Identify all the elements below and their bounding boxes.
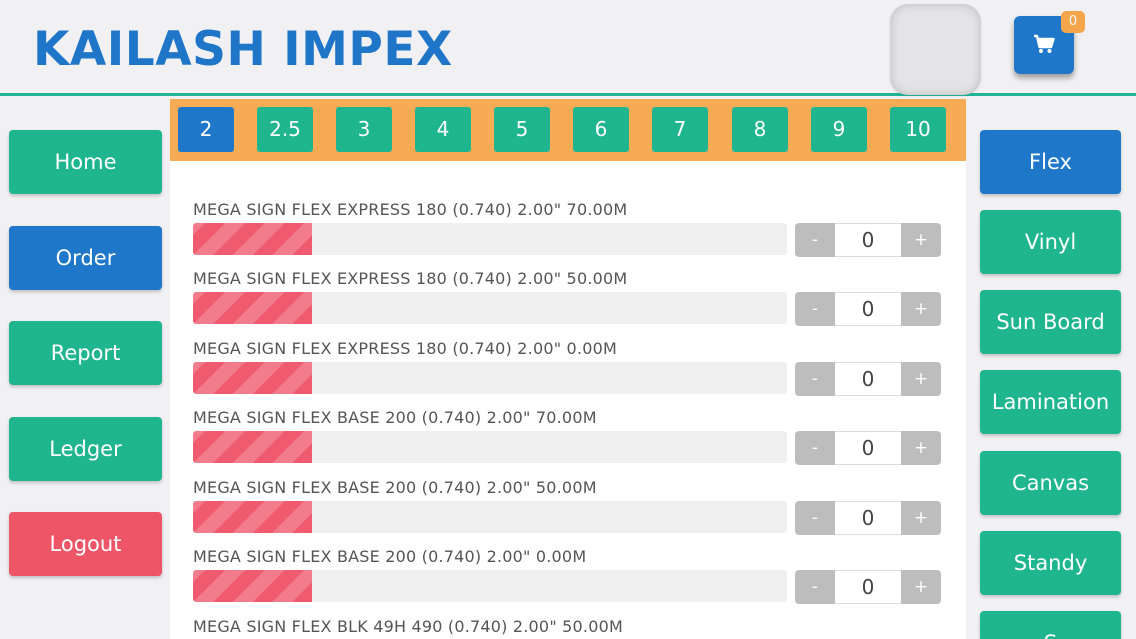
- increment-button[interactable]: +: [901, 570, 941, 604]
- cart-count-badge: 0: [1061, 11, 1085, 33]
- stock-bar-fill: [193, 501, 312, 533]
- size-option[interactable]: 10: [890, 107, 946, 152]
- stock-bar-fill: [193, 431, 312, 463]
- nav-order-button[interactable]: Order: [9, 226, 162, 290]
- quantity-stepper: - 0 +: [795, 570, 941, 604]
- shopping-cart-icon: [1034, 34, 1055, 53]
- brand-title: KAILASH IMPEX: [33, 22, 453, 77]
- quantity-stepper: - 0 +: [795, 501, 941, 535]
- size-option[interactable]: 6: [573, 107, 629, 152]
- decrement-button[interactable]: -: [795, 223, 835, 257]
- stock-bar-fill: [193, 570, 312, 602]
- stock-bar: [193, 501, 787, 533]
- stock-bar-fill: [193, 223, 312, 255]
- quantity-stepper: - 0 +: [795, 223, 941, 257]
- size-option[interactable]: 2: [178, 107, 234, 152]
- size-option[interactable]: 8: [732, 107, 788, 152]
- quantity-stepper: - 0 +: [795, 362, 941, 396]
- nav-logout-button[interactable]: Logout: [9, 512, 162, 576]
- decrement-button[interactable]: -: [795, 292, 835, 326]
- item-title: MEGA SIGN FLEX BASE 200 (0.740) 2.00" 50…: [193, 478, 597, 497]
- decrement-button[interactable]: -: [795, 570, 835, 604]
- size-option[interactable]: 9: [811, 107, 867, 152]
- increment-button[interactable]: +: [901, 431, 941, 465]
- increment-button[interactable]: +: [901, 292, 941, 326]
- quantity-stepper: - 0 +: [795, 292, 941, 326]
- decrement-button[interactable]: -: [795, 501, 835, 535]
- avatar[interactable]: [890, 4, 981, 95]
- list-item: MEGA SIGN FLEX BLK 49H 490 (0.740) 2.00"…: [193, 617, 943, 639]
- size-filter-bar: 2 2.5 3 4 5 6 7 8 9 10: [170, 99, 966, 161]
- stock-bar: [193, 570, 787, 602]
- category-flex-button[interactable]: Flex: [980, 130, 1121, 194]
- quantity-input[interactable]: 0: [835, 362, 901, 396]
- category-lamination-button[interactable]: Lamination: [980, 370, 1121, 434]
- stock-bar: [193, 431, 787, 463]
- increment-button[interactable]: +: [901, 501, 941, 535]
- list-item: MEGA SIGN FLEX EXPRESS 180 (0.740) 2.00"…: [193, 339, 943, 409]
- item-title: MEGA SIGN FLEX BASE 200 (0.740) 2.00" 70…: [193, 408, 597, 427]
- item-title: MEGA SIGN FLEX EXPRESS 180 (0.740) 2.00"…: [193, 269, 628, 288]
- size-option[interactable]: 5: [494, 107, 550, 152]
- item-title: MEGA SIGN FLEX BLK 49H 490 (0.740) 2.00"…: [193, 617, 623, 636]
- app-header: KAILASH IMPEX 0: [0, 0, 1136, 96]
- stock-bar: [193, 362, 787, 394]
- category-canvas-button[interactable]: Canvas: [980, 451, 1121, 515]
- category-partial-button[interactable]: S: [980, 611, 1121, 639]
- stock-bar-fill: [193, 292, 312, 324]
- nav-report-button[interactable]: Report: [9, 321, 162, 385]
- decrement-button[interactable]: -: [795, 431, 835, 465]
- product-list-panel: 2 2.5 3 4 5 6 7 8 9 10 MEGA SIGN FLEX EX…: [170, 99, 966, 639]
- category-vinyl-button[interactable]: Vinyl: [980, 210, 1121, 274]
- size-option[interactable]: 4: [415, 107, 471, 152]
- quantity-stepper: - 0 +: [795, 431, 941, 465]
- list-item: MEGA SIGN FLEX EXPRESS 180 (0.740) 2.00"…: [193, 269, 943, 339]
- quantity-input[interactable]: 0: [835, 501, 901, 535]
- quantity-input[interactable]: 0: [835, 223, 901, 257]
- category-sun-board-button[interactable]: Sun Board: [980, 290, 1121, 354]
- quantity-input[interactable]: 0: [835, 570, 901, 604]
- increment-button[interactable]: +: [901, 362, 941, 396]
- stock-bar: [193, 292, 787, 324]
- item-title: MEGA SIGN FLEX BASE 200 (0.740) 2.00" 0.…: [193, 547, 587, 566]
- stock-bar-fill: [193, 362, 312, 394]
- size-option[interactable]: 3: [336, 107, 392, 152]
- stock-bar: [193, 223, 787, 255]
- list-item: MEGA SIGN FLEX BASE 200 (0.740) 2.00" 70…: [193, 408, 943, 478]
- list-item: MEGA SIGN FLEX BASE 200 (0.740) 2.00" 0.…: [193, 547, 943, 617]
- size-option[interactable]: 7: [652, 107, 708, 152]
- decrement-button[interactable]: -: [795, 362, 835, 396]
- item-title: MEGA SIGN FLEX EXPRESS 180 (0.740) 2.00"…: [193, 200, 628, 219]
- list-item: MEGA SIGN FLEX BASE 200 (0.740) 2.00" 50…: [193, 478, 943, 548]
- increment-button[interactable]: +: [901, 223, 941, 257]
- nav-home-button[interactable]: Home: [9, 130, 162, 194]
- list-item: MEGA SIGN FLEX EXPRESS 180 (0.740) 2.00"…: [193, 200, 943, 270]
- nav-ledger-button[interactable]: Ledger: [9, 417, 162, 481]
- size-option[interactable]: 2.5: [257, 107, 313, 152]
- category-standy-button[interactable]: Standy: [980, 531, 1121, 595]
- item-title: MEGA SIGN FLEX EXPRESS 180 (0.740) 2.00"…: [193, 339, 617, 358]
- quantity-input[interactable]: 0: [835, 431, 901, 465]
- quantity-input[interactable]: 0: [835, 292, 901, 326]
